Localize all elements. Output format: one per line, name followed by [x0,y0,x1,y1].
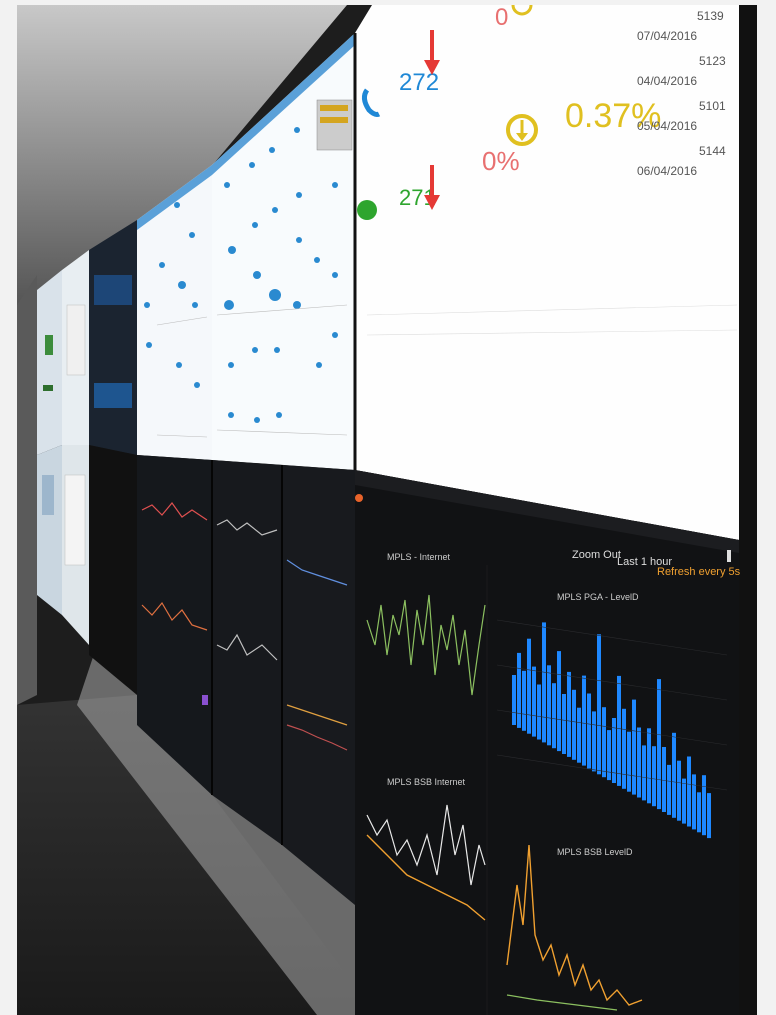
blue-bar [642,745,646,801]
blue-bar [672,732,676,818]
blue-bar [537,684,541,740]
blue-bar [547,665,551,746]
screen-dark-3 [282,465,355,905]
grafana-scrollbar[interactable] [727,550,731,562]
blue-bar [602,707,606,778]
blue-bar [617,675,621,786]
blue-bar [622,708,626,789]
blue-bar [647,728,651,804]
blue-bar [517,652,521,728]
date-4: 06/04/2016 [637,164,697,178]
blue-bar [637,727,641,798]
photo-frame: 272 271 0% 0.37% 0 07/04/2016 5139 04/04… [17,5,757,1015]
blue-bar [552,683,556,749]
svg-text:0: 0 [495,5,508,31]
blue-bar [702,775,706,836]
blue-bar [597,634,601,775]
blue-bar [687,756,691,827]
blue-bar [627,731,631,792]
panel-bottom-title: MPLS BSB LevelD [557,847,633,857]
control-room-photo: 272 271 0% 0.37% 0 07/04/2016 5139 04/04… [17,5,757,1015]
date-2: 04/04/2016 [637,74,697,88]
blue-bar [557,651,561,752]
blue-bar [577,707,581,763]
left-wall [17,275,37,705]
panel-left-bottom-title: MPLS BSB Internet [387,777,466,787]
blue-bar [697,792,701,833]
value-2: 5123 [699,54,726,68]
blue-bar [667,764,671,815]
date-3: 05/04/2016 [637,119,697,133]
blue-bar [632,699,636,795]
blue-bar [657,679,661,810]
kpi-percent-zero: 0% [482,146,520,176]
blue-bar [567,671,571,757]
blue-bar [587,693,591,769]
blue-bar [572,689,576,760]
screen-dark-2 [212,460,282,845]
kpi-chat-icon [357,200,377,220]
panel-top-title: MPLS PGA - LevelD [557,592,639,602]
panel-left-title: MPLS - Internet [387,552,451,562]
screen-dark-bottom-left [89,445,137,695]
blue-bar [707,793,711,839]
blue-bar [562,694,566,754]
grafana-logo-icon [355,494,363,502]
zoom-out-button[interactable]: Zoom Out [572,549,621,561]
blue-bar [522,670,526,731]
blue-bar [512,675,516,725]
screen-far-left-bottom [37,445,62,615]
value-3: 5101 [699,99,726,113]
blue-bar [532,666,536,737]
blue-bar [527,638,531,734]
blue-bar [677,760,681,821]
value-1: 5139 [697,9,724,23]
refresh-button[interactable]: Refresh every 5s [657,566,741,578]
blue-bar [692,774,696,830]
date-1: 07/04/2016 [637,29,697,43]
blue-bar [652,746,656,807]
blue-bar [542,622,546,743]
blue-bar [582,675,586,766]
screen-far-left-top [37,270,62,455]
blue-bar [682,778,686,824]
screen-dark-top-left [89,220,137,455]
blue-bar [592,711,596,772]
blue-bar [607,730,611,781]
value-4: 5144 [699,144,726,158]
blue-bar [662,747,666,812]
